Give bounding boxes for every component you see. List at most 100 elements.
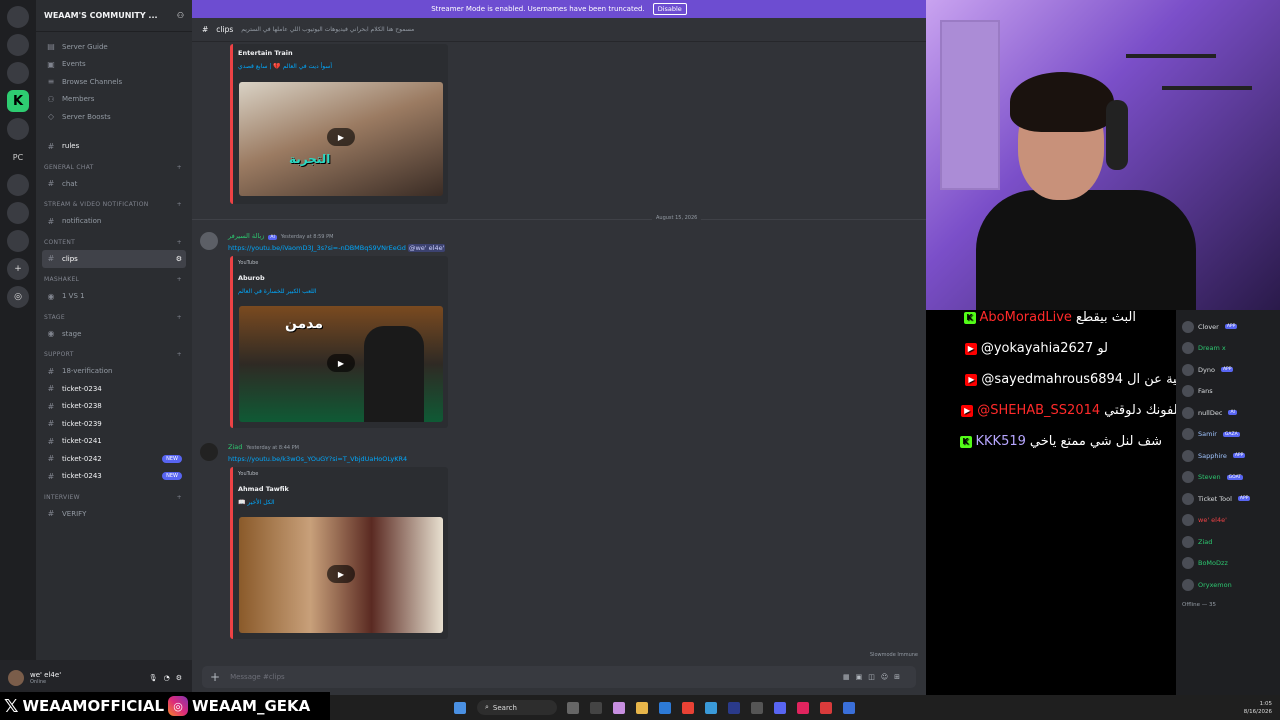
message-link[interactable]: https://youtu.be/k3wOs_YOuGY?si=T_VbjdUa… bbox=[228, 455, 407, 463]
discord-icon[interactable] bbox=[774, 701, 786, 714]
user-mention[interactable]: @we' el4e' bbox=[407, 244, 446, 252]
channel-chat[interactable]: # chat bbox=[36, 175, 192, 193]
embed-author[interactable]: Entertain Train bbox=[238, 49, 293, 57]
message-author[interactable]: Ziad Yesterday at 8:44 PM bbox=[228, 443, 299, 451]
member-item[interactable]: Sapphire APP bbox=[1176, 445, 1280, 467]
server-icon[interactable] bbox=[7, 118, 29, 140]
channel-1vs1[interactable]: ◉ 1 VS 1 bbox=[36, 288, 192, 306]
avatar[interactable] bbox=[200, 443, 218, 461]
video-thumbnail[interactable]: ▶ bbox=[239, 517, 443, 633]
member-item[interactable]: Fans bbox=[1176, 381, 1280, 403]
channel-clips[interactable]: # clips ⚙ bbox=[42, 250, 186, 268]
taskbar-search[interactable]: ⌕ Search bbox=[477, 700, 557, 715]
category-support[interactable]: SUPPORT + bbox=[36, 347, 192, 363]
headphones-icon[interactable]: ◔ bbox=[164, 674, 170, 682]
member-item[interactable]: Ticket Tool APP bbox=[1176, 488, 1280, 510]
embed-title[interactable]: أسوأ ديت في العالم 💔 | سابع قصدي bbox=[238, 63, 332, 70]
category-stream-notification[interactable]: STREAM & VIDEO NOTIFICATION + bbox=[36, 197, 192, 213]
member-item[interactable]: Clover APP bbox=[1176, 316, 1280, 338]
category-content[interactable]: CONTENT + bbox=[36, 234, 192, 250]
server-icon[interactable] bbox=[7, 202, 29, 224]
plus-icon[interactable]: + bbox=[177, 314, 182, 321]
channel-ticket[interactable]: # ticket-0242 NEW bbox=[36, 450, 192, 468]
channel-rules[interactable]: # rules bbox=[36, 138, 192, 156]
server-icon[interactable] bbox=[7, 34, 29, 56]
avatar[interactable] bbox=[200, 232, 218, 250]
member-item[interactable]: we' el4e' bbox=[1176, 510, 1280, 532]
app-icon[interactable] bbox=[728, 701, 740, 714]
nav-server-boosts[interactable]: ◇ Server Boosts bbox=[36, 108, 192, 126]
app-icon[interactable] bbox=[797, 701, 809, 714]
disable-button[interactable]: Disable bbox=[652, 3, 687, 15]
message-link[interactable]: https://youtu.be/iVaomD3J_3s?si=-nDBMBqS… bbox=[228, 244, 446, 252]
member-item[interactable]: BoMoDzz bbox=[1176, 553, 1280, 575]
copilot-icon[interactable] bbox=[613, 701, 625, 714]
task-view-icon[interactable] bbox=[590, 701, 602, 714]
embed-title[interactable]: 📖 الكل الأخير bbox=[238, 499, 275, 506]
edge-icon[interactable] bbox=[659, 701, 671, 714]
member-item[interactable]: Steven GOAT bbox=[1176, 467, 1280, 489]
play-icon[interactable]: ▶ bbox=[327, 128, 355, 146]
channel-ticket[interactable]: # ticket-0239 bbox=[36, 415, 192, 433]
add-server-icon[interactable]: + bbox=[7, 258, 29, 280]
settings-icon[interactable]: ⚙ bbox=[176, 255, 182, 263]
message-input[interactable]: Message #clips bbox=[230, 673, 285, 681]
file-explorer-icon[interactable] bbox=[636, 701, 648, 714]
server-icon[interactable] bbox=[7, 230, 29, 252]
widgets-icon[interactable] bbox=[567, 701, 579, 714]
plus-icon[interactable]: + bbox=[177, 276, 182, 283]
server-icon[interactable] bbox=[7, 6, 29, 28]
server-icon[interactable] bbox=[7, 62, 29, 84]
add-attachment-icon[interactable]: + bbox=[210, 670, 220, 684]
app-icon[interactable] bbox=[843, 701, 855, 714]
plus-icon[interactable]: + bbox=[177, 164, 182, 171]
member-item[interactable]: Oryxemon bbox=[1176, 574, 1280, 596]
clock[interactable]: 1:05 8/16/2026 bbox=[1244, 700, 1272, 716]
member-item[interactable]: nullDec AI bbox=[1176, 402, 1280, 424]
plus-icon[interactable]: + bbox=[177, 494, 182, 501]
nav-members[interactable]: ⚇ Members bbox=[36, 91, 192, 109]
chrome-icon[interactable] bbox=[682, 701, 694, 714]
category-mashakel[interactable]: MASHAKEL + bbox=[36, 272, 192, 288]
video-thumbnail[interactable]: مدمن ▶ bbox=[239, 306, 443, 422]
member-item[interactable]: Samir GAZA bbox=[1176, 424, 1280, 446]
play-icon[interactable]: ▶ bbox=[327, 565, 355, 583]
channel-ticket[interactable]: # ticket-0238 bbox=[36, 398, 192, 416]
nav-server-guide[interactable]: ▤ Server Guide bbox=[36, 38, 192, 56]
message-composer[interactable]: + Message #clips ▦▣◫☺⊞ bbox=[202, 666, 916, 688]
channel-18-verification[interactable]: #18-verification bbox=[36, 363, 192, 381]
composer-tools-icon[interactable]: ▦▣◫☺⊞ bbox=[843, 673, 906, 681]
windows-start-icon[interactable] bbox=[454, 701, 466, 714]
play-icon[interactable]: ▶ bbox=[327, 354, 355, 372]
embed-provider[interactable]: YouTube bbox=[238, 260, 258, 266]
video-thumbnail[interactable]: التجربة ▶ bbox=[239, 82, 443, 196]
plus-icon[interactable]: + bbox=[177, 239, 182, 246]
add-user-icon[interactable]: ⚇ bbox=[177, 11, 184, 20]
member-item[interactable]: Dream x bbox=[1176, 338, 1280, 360]
plus-icon[interactable]: + bbox=[177, 351, 182, 358]
nav-events[interactable]: ▣ Events bbox=[36, 56, 192, 74]
server-header[interactable]: WEAAM'S COMMUNITY ... ⚇ bbox=[36, 0, 192, 32]
kick-server-icon[interactable]: K bbox=[7, 90, 29, 112]
mic-icon[interactable]: 🎙 bbox=[149, 674, 158, 682]
avatar[interactable] bbox=[8, 669, 24, 686]
message-author[interactable]: زبالة السيرفر AI Yesterday at 8:59 PM bbox=[228, 232, 333, 240]
plus-icon[interactable]: + bbox=[177, 201, 182, 208]
embed-provider[interactable]: YouTube bbox=[238, 471, 258, 477]
channel-ticket[interactable]: # ticket-0234 bbox=[36, 380, 192, 398]
pc-server-icon[interactable]: PC bbox=[7, 146, 29, 168]
member-item[interactable]: Ziad bbox=[1176, 531, 1280, 553]
embed-author[interactable]: Ahmad Tawfik bbox=[238, 485, 289, 493]
explore-icon[interactable]: ◎ bbox=[7, 286, 29, 308]
channel-notification[interactable]: # notification bbox=[36, 213, 192, 231]
category-stage[interactable]: STAGE + bbox=[36, 309, 192, 325]
app-icon[interactable] bbox=[820, 701, 832, 714]
embed-author[interactable]: Aburob bbox=[238, 274, 265, 282]
channel-stage[interactable]: ◉ stage bbox=[36, 325, 192, 343]
settings-icon[interactable]: ⚙ bbox=[176, 674, 182, 682]
channel-verify[interactable]: # VERIFY bbox=[36, 505, 192, 523]
nav-browse-channels[interactable]: ≡ Browse Channels bbox=[36, 73, 192, 91]
channel-ticket[interactable]: # ticket-0241 bbox=[36, 433, 192, 451]
server-icon[interactable] bbox=[7, 174, 29, 196]
app-icon[interactable] bbox=[705, 701, 717, 714]
